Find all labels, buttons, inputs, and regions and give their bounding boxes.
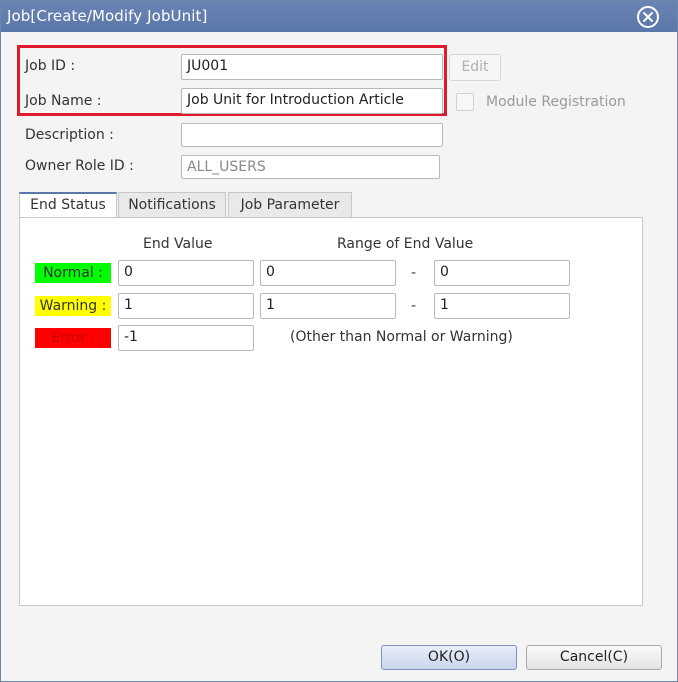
end-value-header: End Value bbox=[143, 236, 213, 252]
tab-job-parameter[interactable]: Job Parameter bbox=[228, 192, 352, 217]
error-status-tag: Error : bbox=[35, 328, 111, 348]
description-label: Description : bbox=[25, 127, 114, 143]
warning-range-to-input[interactable]: 1 bbox=[434, 293, 570, 319]
tab-end-status[interactable]: End Status bbox=[19, 192, 117, 218]
range-header: Range of End Value bbox=[337, 236, 474, 252]
warning-end-value-input[interactable]: 1 bbox=[118, 293, 254, 319]
normal-range-to-input[interactable]: 0 bbox=[434, 260, 570, 286]
error-end-value-input[interactable]: -1 bbox=[118, 325, 254, 351]
title-bar[interactable]: Job[Create/Modify JobUnit] bbox=[1, 1, 677, 32]
warning-range-dash: - bbox=[411, 298, 417, 314]
job-id-input[interactable]: JU001 bbox=[181, 54, 443, 80]
normal-range-from-input[interactable]: 0 bbox=[260, 260, 396, 286]
cancel-button[interactable]: Cancel(C) bbox=[526, 645, 662, 670]
owner-role-select[interactable]: ALL_USERS bbox=[181, 155, 440, 179]
error-note: (Other than Normal or Warning) bbox=[290, 329, 513, 345]
warning-status-tag: Warning : bbox=[35, 296, 111, 316]
normal-end-value-input[interactable]: 0 bbox=[118, 260, 254, 286]
module-registration-label: Module Registration bbox=[486, 94, 626, 110]
edit-button[interactable]: Edit bbox=[449, 54, 501, 81]
normal-status-tag: Normal : bbox=[35, 263, 111, 283]
owner-role-label: Owner Role ID : bbox=[25, 158, 134, 174]
warning-range-from-input[interactable]: 1 bbox=[260, 293, 396, 319]
job-name-label: Job Name : bbox=[25, 93, 102, 109]
job-name-input[interactable]: Job Unit for Introduction Article bbox=[181, 88, 443, 114]
close-icon[interactable] bbox=[637, 6, 659, 28]
window-title: Job[Create/Modify JobUnit] bbox=[7, 7, 208, 25]
job-id-label: Job ID : bbox=[25, 58, 76, 74]
normal-range-dash: - bbox=[411, 265, 417, 281]
tab-notifications[interactable]: Notifications bbox=[118, 192, 226, 217]
job-unit-dialog: Job[Create/Modify JobUnit] Job ID : JU00… bbox=[0, 0, 678, 682]
ok-button[interactable]: OK(O) bbox=[381, 645, 517, 670]
module-registration-checkbox[interactable] bbox=[456, 93, 474, 111]
description-input[interactable] bbox=[181, 123, 443, 147]
